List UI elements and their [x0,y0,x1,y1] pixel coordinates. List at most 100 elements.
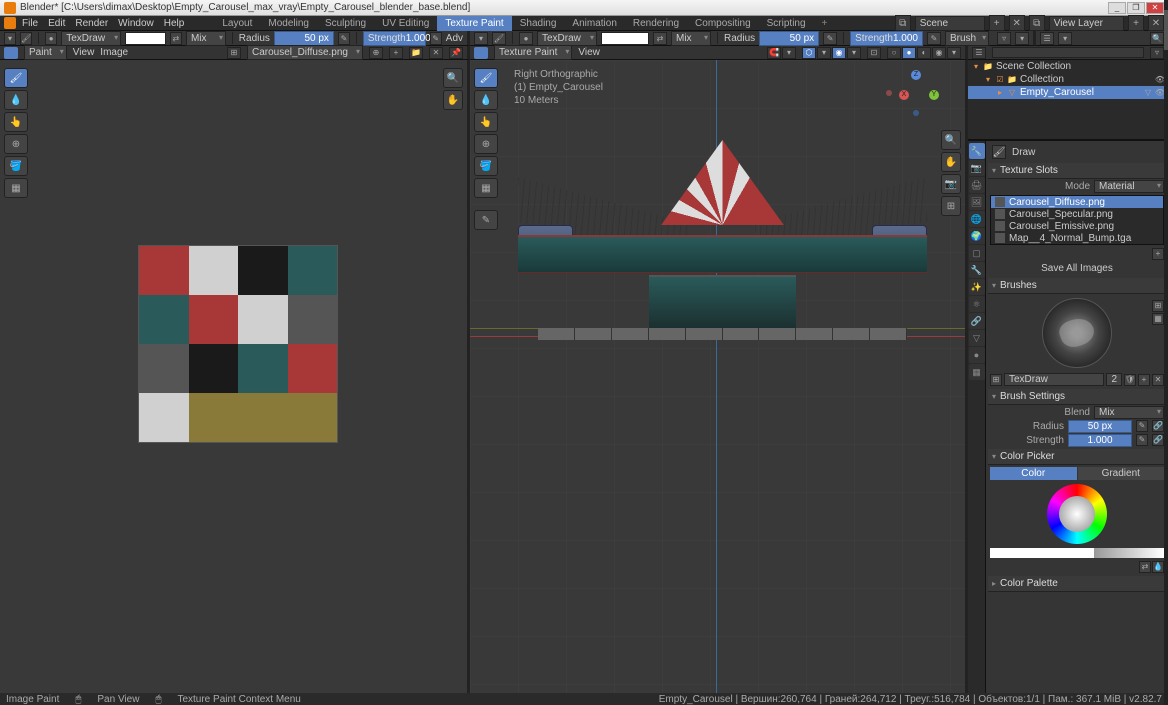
options-icon[interactable]: ▾ [1015,32,1029,45]
brush-browse-icon[interactable]: ⊞ [990,374,1002,386]
save-all-images-button[interactable]: Save All Images [988,261,1166,276]
brush-dropdown[interactable]: TexDraw [61,31,121,46]
strength-setting-value[interactable]: 1.000 [1068,434,1132,447]
annotate-tool[interactable]: ✎ [474,210,498,230]
shading-wireframe-icon[interactable]: ○ [887,47,901,59]
ptab-modifiers[interactable]: 🔧 [969,262,985,278]
snap-mode-icon[interactable]: ▾ [782,47,796,59]
search-icon[interactable]: 🔍 [1150,32,1164,45]
strength-field[interactable]: Strength1.000 [363,31,426,46]
viewport-view-menu[interactable]: View [578,47,600,58]
maximize-button[interactable]: ❐ [1127,2,1145,14]
tab-modeling[interactable]: Modeling [260,16,317,31]
paint-mode-dropdown[interactable]: Paint [24,45,67,60]
viewlayer-browse-icon[interactable]: ⧉ [1029,15,1045,31]
texture-slot-item-2[interactable]: Carousel_Emissive.png [991,220,1163,232]
paint-mode-icon[interactable] [4,47,18,59]
texture-slot-item-1[interactable]: Carousel_Specular.png [991,208,1163,220]
outliner-editor-icon[interactable]: ☰ [972,47,986,59]
ptab-material[interactable]: ● [969,347,985,363]
overlays-icon[interactable]: ◉ [832,47,846,59]
nav-gizmo[interactable]: Z X Y [891,70,941,120]
color-wheel[interactable] [1047,484,1107,544]
image-editor-view-menu[interactable]: View [73,47,95,58]
smear-tool-3d[interactable]: 👆 [474,112,498,132]
expand-icon[interactable]: ▸ [994,88,1006,97]
tab-rendering[interactable]: Rendering [625,16,687,31]
pan-hand-icon[interactable]: ✋ [443,90,463,110]
ptab-output[interactable]: 🖨 [969,177,985,193]
properties-scrollbar[interactable] [1164,141,1168,693]
brush-menu-r[interactable]: Brush [945,31,989,46]
radius-field-r[interactable]: 50 px [759,31,819,46]
color-picker-header[interactable]: Color Picker [988,449,1166,465]
eyedropper-icon[interactable]: 💧 [1152,561,1164,573]
gizmo-neg-z[interactable] [913,110,919,116]
color-mode-gradient[interactable]: Gradient [1078,467,1165,480]
viewlayer-name-field[interactable]: View Layer [1049,16,1124,31]
viewlayer-delete-icon[interactable]: ✕ [1148,15,1164,31]
editor-type-icon[interactable]: ▾ [4,32,16,45]
outliner-search-input[interactable] [992,47,1144,58]
color-swatch-primary-r[interactable] [601,32,649,45]
viewlayer-new-icon[interactable]: + [1128,15,1144,31]
shading-drop-icon[interactable]: ▾ [947,47,961,59]
ptab-physics[interactable]: ⚛ [969,296,985,312]
soften-tool[interactable]: 💧 [4,90,28,110]
color-swatch-primary[interactable] [125,32,166,45]
image-name-field[interactable]: Carousel_Diffuse.png [247,45,363,60]
radius-pressure-icon-r[interactable]: ✎ [823,32,837,45]
menu-file[interactable]: File [22,18,38,29]
tab-compositing[interactable]: Compositing [687,16,759,31]
brush-tool-icon[interactable]: 🖌 [20,32,32,45]
strength-field-r[interactable]: Strength1.000 [850,31,923,46]
tab-sculpting[interactable]: Sculpting [317,16,374,31]
brush-settings-header[interactable]: Brush Settings [988,389,1166,405]
radius-pressure-icon[interactable]: ✎ [338,32,350,45]
zoom-icon[interactable]: 🔍 [443,68,463,88]
texture-slot-item-3[interactable]: Map__4_Normal_Bump.tga [991,232,1163,244]
strength-pressure-icon-r[interactable]: ✎ [927,32,941,45]
texture-slots-header[interactable]: Texture Slots [988,163,1166,179]
ptab-active-tool[interactable]: 🔧 [969,143,985,159]
xray-icon[interactable]: ⊡ [867,47,881,59]
swap-colors-icon-r[interactable]: ⇄ [653,32,667,45]
menu-render[interactable]: Render [75,18,108,29]
texture-slot-item-0[interactable]: Carousel_Diffuse.png [991,196,1163,208]
image-new-icon[interactable]: + [389,47,403,59]
outliner-row-collection[interactable]: ▾ ☑ 📁 Collection 👁 [968,73,1168,86]
color-palette-header[interactable]: Color Palette [988,576,1166,592]
tab-uv-editing[interactable]: UV Editing [374,16,437,31]
shading-matpreview-icon[interactable]: ◐ [917,47,931,59]
brush-preset-icon-r[interactable]: ● [519,32,533,45]
radius-field[interactable]: 50 px [274,31,334,46]
tab-layout[interactable]: Layout [214,16,260,31]
brush-texture-icon[interactable]: ▦ [1152,313,1164,325]
gizmos-drop-icon[interactable]: ▾ [817,47,831,59]
shading-rendered-icon[interactable]: ◉ [932,47,946,59]
brush-unlink-icon[interactable]: ✕ [1152,374,1164,386]
outliner-row-empty-carousel[interactable]: ▸ ▽ Empty_Carousel ▽ 👁 [968,86,1168,99]
strength-pressure-icon[interactable]: ✎ [430,32,442,45]
color-mode-color[interactable]: Color [990,467,1077,480]
tab-add[interactable]: + [814,16,836,31]
brush-grid-icon[interactable]: ⊞ [1152,300,1164,312]
image-open-icon[interactable]: 📁 [409,47,423,59]
image-browse-icon[interactable]: ⊞ [227,47,241,59]
shading-solid-icon[interactable]: ● [902,47,916,59]
adv-label[interactable]: Adv [446,33,463,44]
menu-edit[interactable]: Edit [48,18,65,29]
menu-window[interactable]: Window [118,18,154,29]
value-slider[interactable] [990,548,1164,558]
texpaint-mode-dropdown[interactable]: Texture Paint [494,45,572,60]
minimize-button[interactable]: _ [1108,2,1126,14]
radius-pen-icon[interactable]: ✎ [1136,420,1148,432]
brush-new-icon[interactable]: + [1138,374,1150,386]
brush-dropdown-r[interactable]: TexDraw [537,31,597,46]
ptab-render[interactable]: 📷 [969,160,985,176]
brush-preview[interactable] [1042,298,1112,368]
image-editor[interactable]: 🖌 💧 👆 ⊕ 🪣 ▦ 🔍 ✋ [0,60,470,693]
texpaint-mode-icon[interactable] [474,47,488,59]
clone-tool-3d[interactable]: ⊕ [474,134,498,154]
ptab-object[interactable]: ▢ [969,245,985,261]
